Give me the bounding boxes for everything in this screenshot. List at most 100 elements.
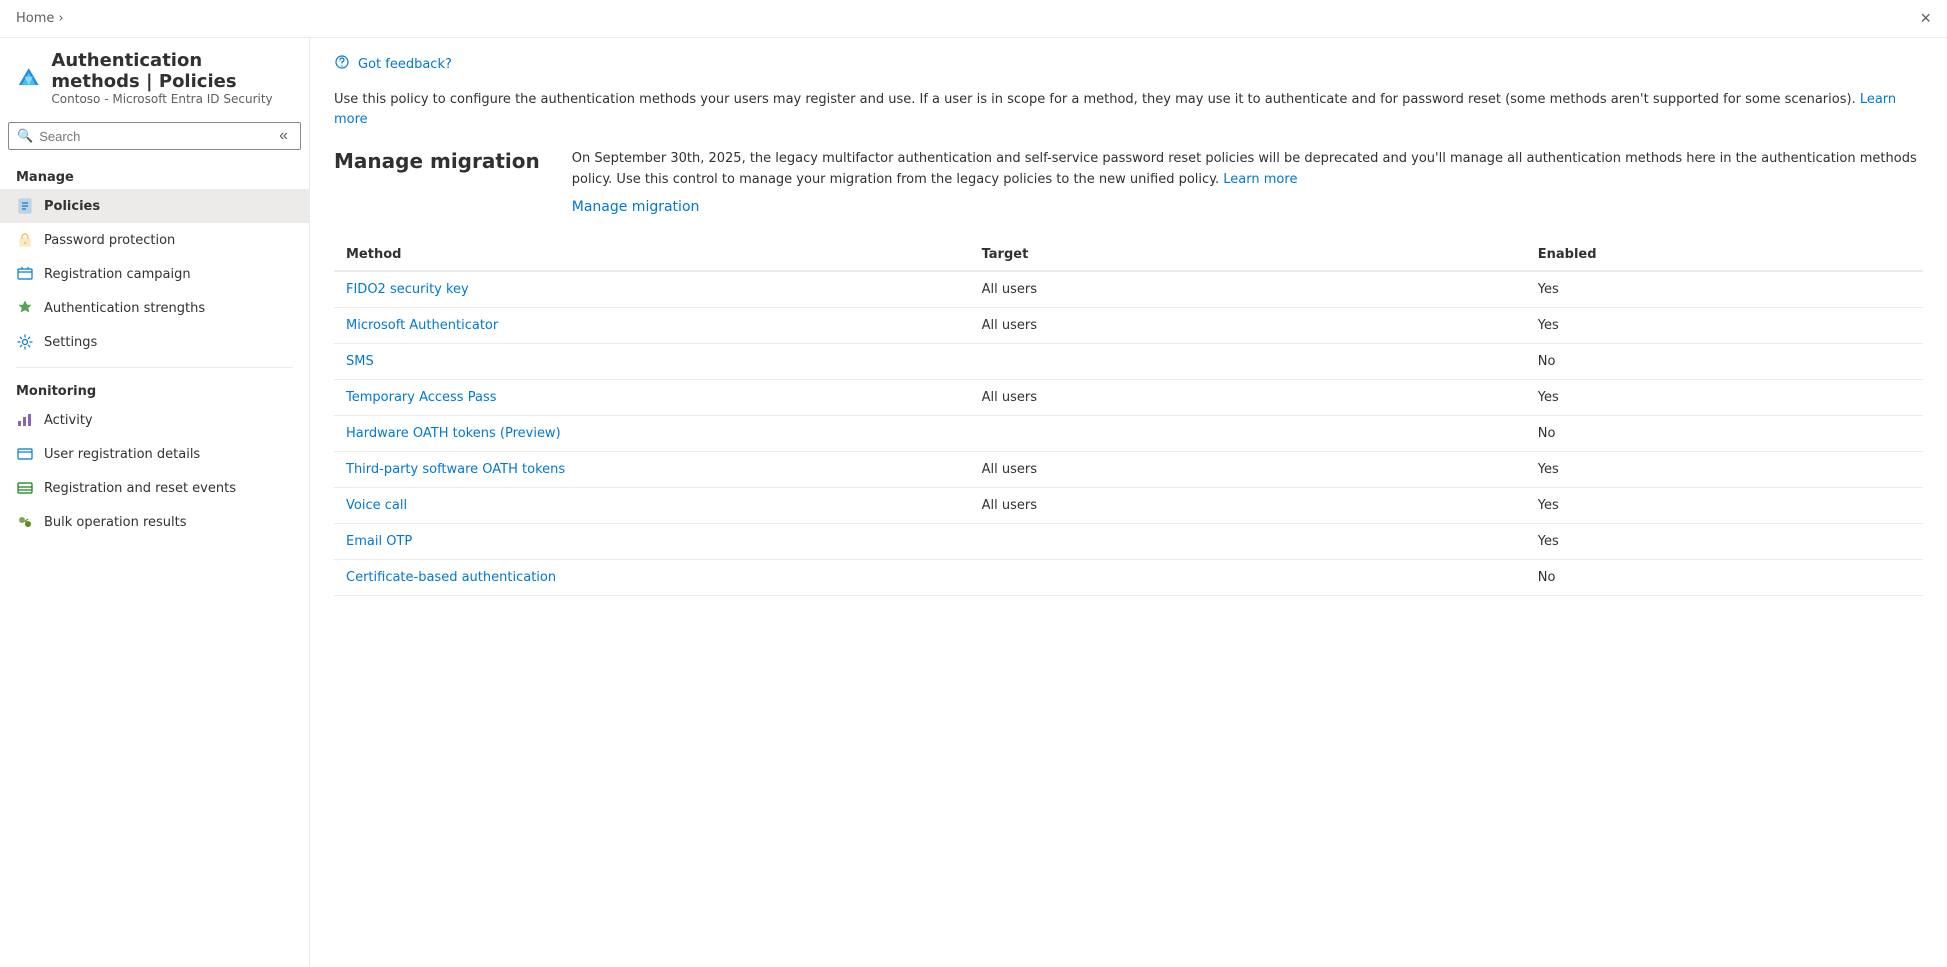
user-reg-icon (16, 445, 34, 463)
table-row: Temporary Access PassAll usersYes (334, 379, 1923, 415)
sidebar-titles: Authentication methods | Policies Contos… (51, 50, 293, 106)
sidebar-header: Authentication methods | Policies Contos… (0, 38, 309, 122)
enabled-cell: Yes (1526, 307, 1923, 343)
target-cell (970, 415, 1526, 451)
table-row: Voice call All usersYes (334, 487, 1923, 523)
feedback-bar[interactable]: Got feedback? (334, 54, 1923, 74)
table-row: FIDO2 security key All usersYes (334, 271, 1923, 308)
method-link[interactable]: Temporary Access Pass (346, 390, 496, 405)
method-link[interactable]: Certificate-based authentication (346, 570, 556, 585)
migration-block: Manage migration On September 30th, 2025… (334, 149, 1923, 215)
col-target-header: Target (970, 239, 1526, 271)
table-row: Hardware OATH tokens (Preview)No (334, 415, 1923, 451)
migration-learn-more-link[interactable]: Learn more (1223, 172, 1297, 187)
info-paragraph: Use this policy to configure the authent… (334, 90, 1923, 129)
sidebar-item-settings[interactable]: Settings (0, 325, 309, 359)
sidebar-subtitle: Contoso - Microsoft Entra ID Security (51, 92, 293, 106)
content-area: Got feedback? Use this policy to configu… (310, 38, 1947, 967)
breadcrumb-separator: › (58, 11, 63, 26)
enabled-cell: Yes (1526, 271, 1923, 308)
sidebar-title-row: Authentication methods | Policies Contos… (16, 50, 293, 106)
method-link[interactable]: Email OTP (346, 534, 412, 549)
sidebar-item-label-reg-campaign: Registration campaign (44, 267, 191, 282)
sidebar-item-policies[interactable]: Policies (0, 189, 309, 223)
password-icon (16, 231, 34, 249)
col-method-header: Method (334, 239, 970, 271)
search-icon: 🔍 (17, 129, 33, 144)
policies-icon (16, 197, 34, 215)
sidebar-item-reg-events[interactable]: Registration and reset events (0, 471, 309, 505)
search-input[interactable] (39, 129, 269, 144)
sidebar-item-password-protection[interactable]: Password protection (0, 223, 309, 257)
method-link[interactable]: FIDO2 security key (346, 282, 469, 297)
table-row: Certificate-based authentication No (334, 559, 1923, 595)
sidebar-divider (16, 367, 293, 368)
monitoring-section-label: Monitoring (0, 376, 309, 403)
auth-strengths-icon (16, 299, 34, 317)
migration-title: Manage migration (334, 149, 540, 215)
table-row: Email OTPYes (334, 523, 1923, 559)
sidebar-item-label-policies: Policies (44, 199, 100, 214)
col-enabled-header: Enabled (1526, 239, 1923, 271)
target-cell: All users (970, 451, 1526, 487)
sidebar-item-bulk-operation[interactable]: Bulk operation results (0, 505, 309, 539)
collapse-button[interactable]: « (275, 127, 292, 145)
methods-table: Method Target Enabled FIDO2 security key… (334, 239, 1923, 596)
search-box-container: 🔍 « (8, 122, 301, 150)
sidebar-item-auth-strengths[interactable]: Authentication strengths (0, 291, 309, 325)
reg-events-icon (16, 479, 34, 497)
target-cell (970, 523, 1526, 559)
migration-content: On September 30th, 2025, the legacy mult… (572, 149, 1923, 215)
bulk-icon (16, 513, 34, 531)
sidebar: Authentication methods | Policies Contos… (0, 38, 310, 967)
reg-campaign-icon (16, 265, 34, 283)
enabled-cell: Yes (1526, 379, 1923, 415)
target-cell: All users (970, 487, 1526, 523)
enabled-cell: No (1526, 559, 1923, 595)
method-link[interactable]: Voice call (346, 498, 407, 513)
info-text-body: Use this policy to configure the authent… (334, 92, 1856, 107)
migration-description: On September 30th, 2025, the legacy mult… (572, 149, 1923, 191)
target-cell: All users (970, 307, 1526, 343)
breadcrumb-home[interactable]: Home (16, 11, 54, 26)
main-layout: Authentication methods | Policies Contos… (0, 38, 1947, 967)
method-link[interactable]: SMS (346, 354, 374, 369)
enabled-cell: No (1526, 343, 1923, 379)
feedback-icon (334, 54, 350, 74)
target-cell (970, 343, 1526, 379)
sidebar-item-label-auth-strengths: Authentication strengths (44, 301, 205, 316)
method-cell: Hardware OATH tokens (Preview) (334, 415, 970, 451)
manage-section-label: Manage (0, 162, 309, 189)
method-cell: Email OTP (334, 523, 970, 559)
table-row: Microsoft Authenticator All usersYes (334, 307, 1923, 343)
table-row: SMS No (334, 343, 1923, 379)
target-cell: All users (970, 271, 1526, 308)
target-cell (970, 559, 1526, 595)
manage-migration-link[interactable]: Manage migration (572, 199, 700, 215)
method-link[interactable]: Third-party software OATH tokens (346, 462, 565, 477)
sidebar-item-label-activity: Activity (44, 413, 93, 428)
table-row: Third-party software OATH tokens All user… (334, 451, 1923, 487)
method-cell: Third-party software OATH tokens (334, 451, 970, 487)
entra-logo-icon (16, 60, 41, 96)
activity-icon (16, 411, 34, 429)
sidebar-item-user-registration[interactable]: User registration details (0, 437, 309, 471)
method-cell: Temporary Access Pass (334, 379, 970, 415)
feedback-text[interactable]: Got feedback? (358, 57, 452, 72)
close-button[interactable]: × (1920, 8, 1931, 29)
method-cell: Microsoft Authenticator (334, 307, 970, 343)
method-cell: Certificate-based authentication (334, 559, 970, 595)
enabled-cell: Yes (1526, 487, 1923, 523)
method-cell: FIDO2 security key (334, 271, 970, 308)
sidebar-item-label-password: Password protection (44, 233, 175, 248)
method-link[interactable]: Microsoft Authenticator (346, 318, 498, 333)
sidebar-item-registration-campaign[interactable]: Registration campaign (0, 257, 309, 291)
settings-icon (16, 333, 34, 351)
method-cell: Voice call (334, 487, 970, 523)
sidebar-item-label-user-reg: User registration details (44, 447, 200, 462)
method-link[interactable]: Hardware OATH tokens (Preview) (346, 426, 561, 441)
breadcrumb[interactable]: Home › (16, 11, 64, 26)
sidebar-item-activity[interactable]: Activity (0, 403, 309, 437)
sidebar-item-label-settings: Settings (44, 335, 97, 350)
sidebar-item-label-bulk: Bulk operation results (44, 515, 187, 530)
